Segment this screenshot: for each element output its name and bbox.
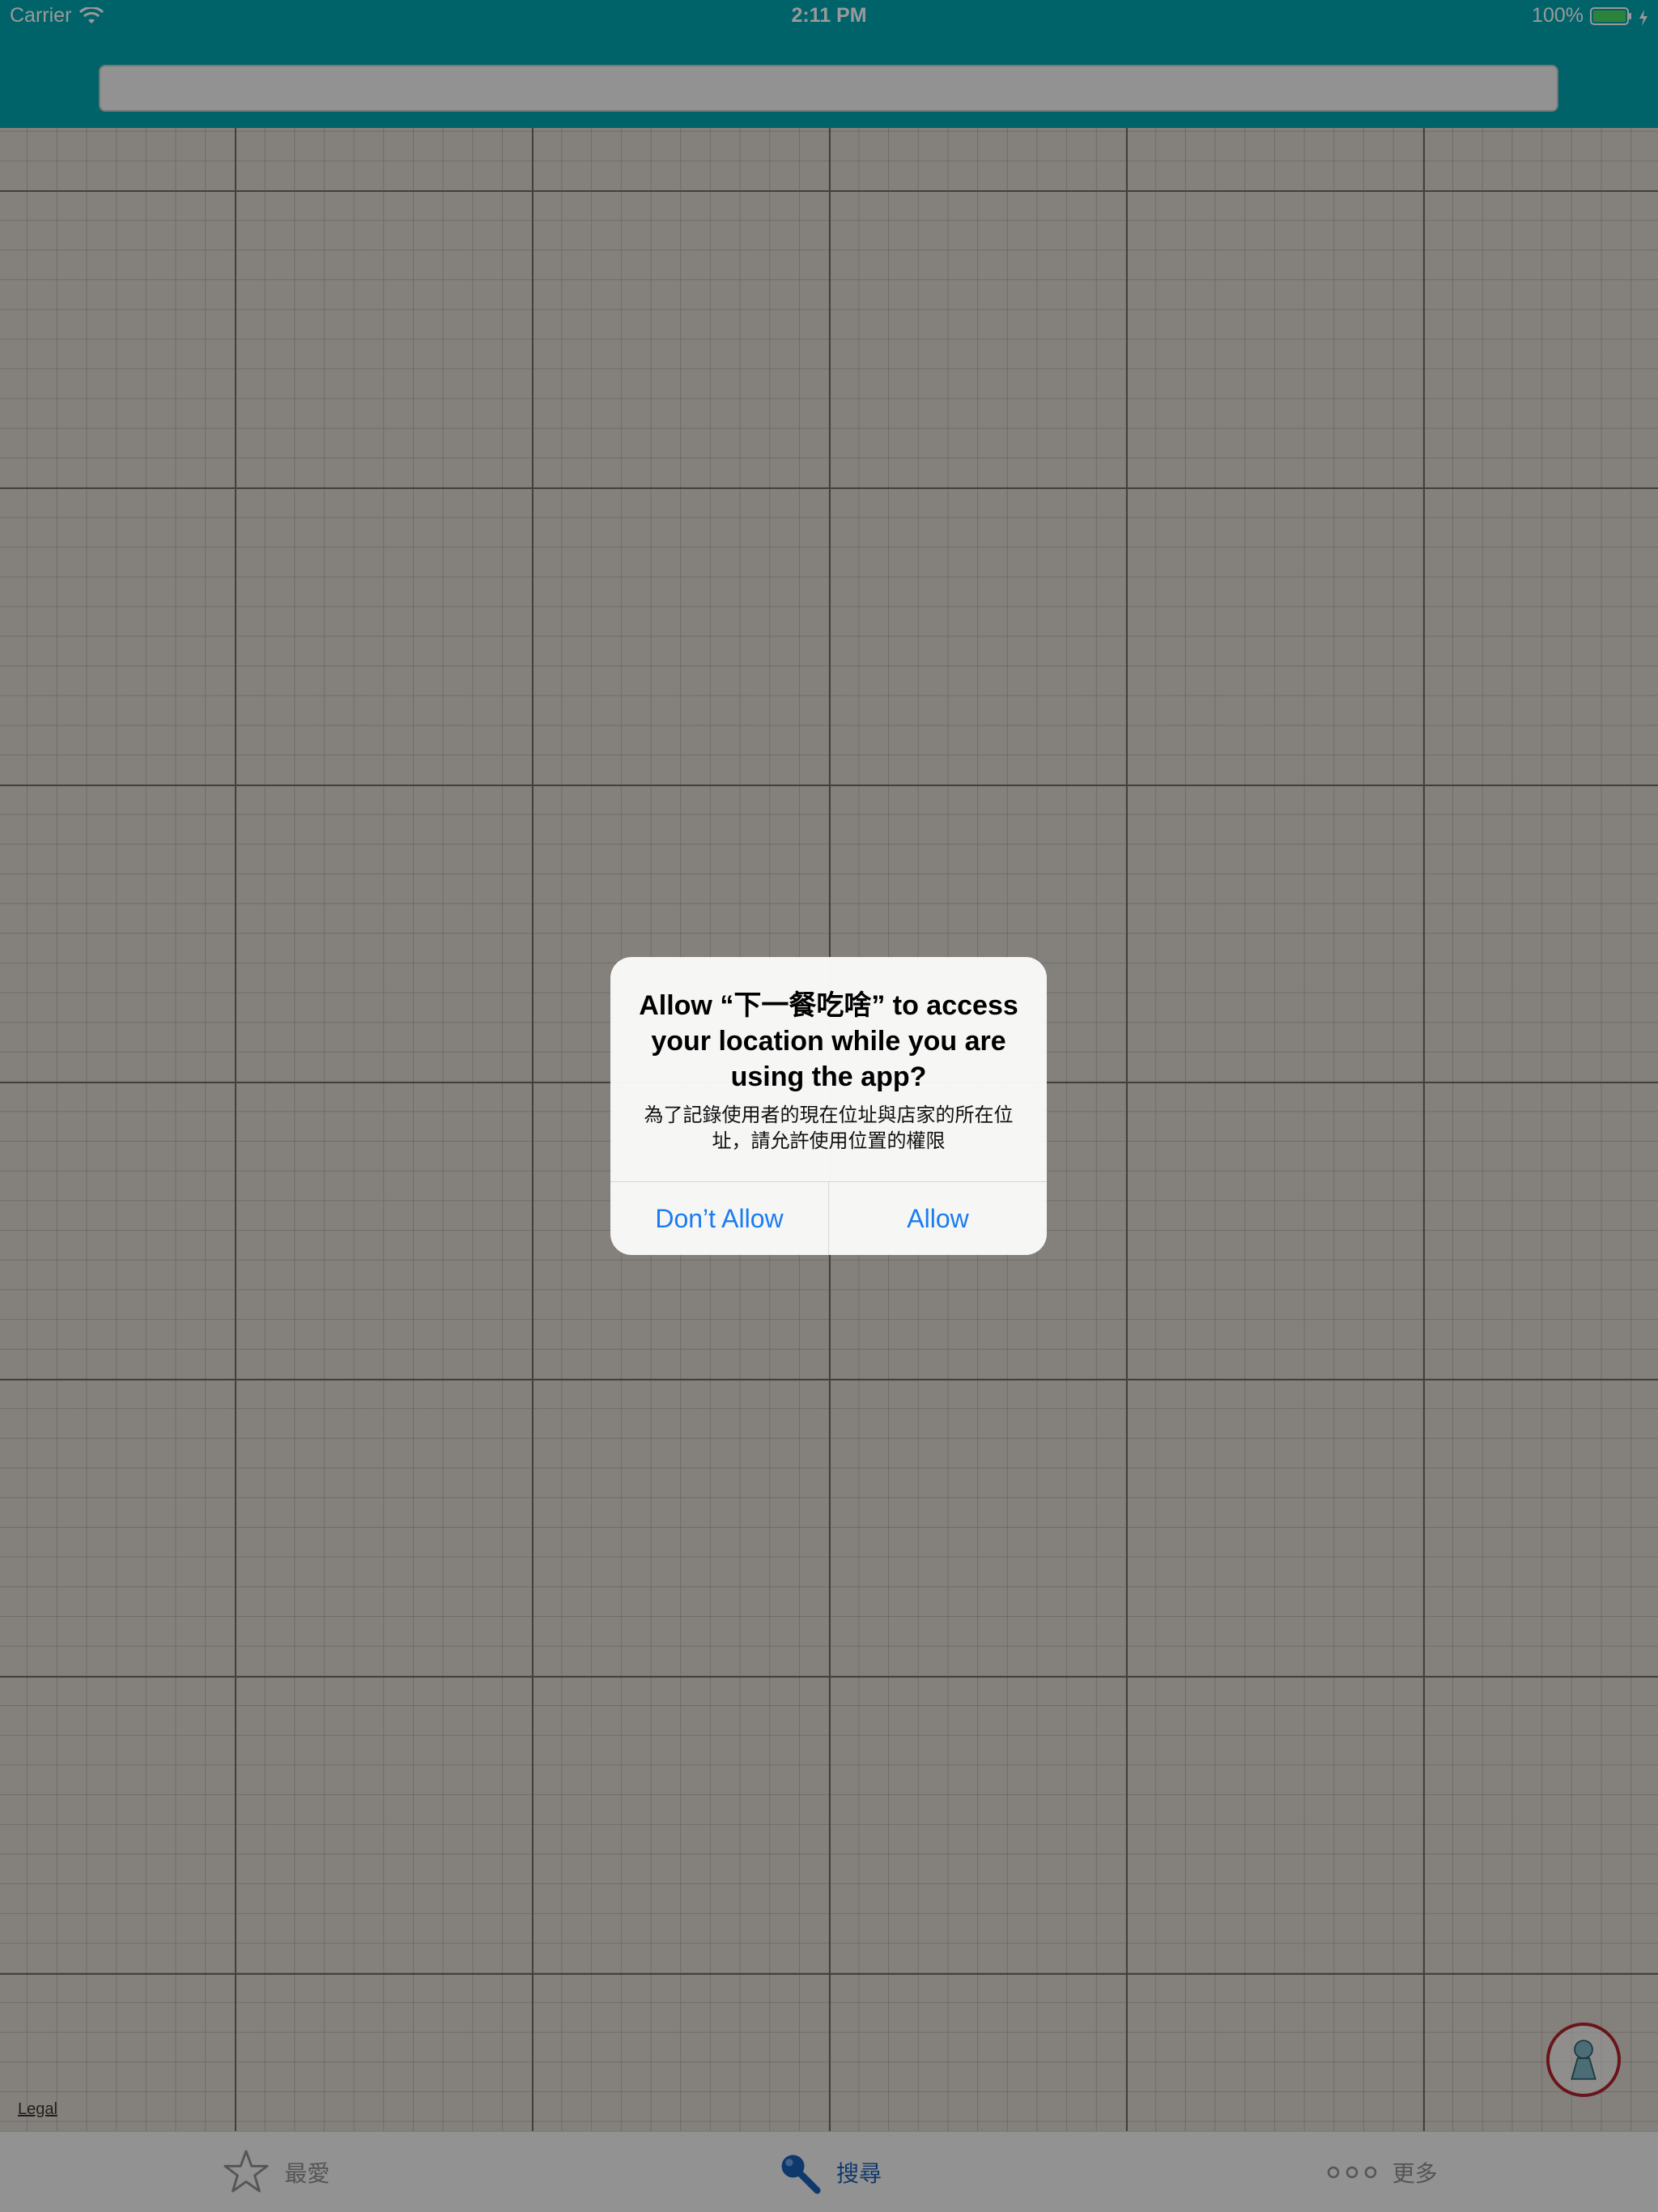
alert-message: 為了記錄使用者的現在位址與店家的所在位址，請允許使用位置的權限	[644, 1104, 1014, 1152]
app-screen: Carrier 2:11 PM 100% Legal 最愛 搜尋 更多 Allo…	[0, 0, 1658, 2212]
allow-button[interactable]: Allow	[828, 1182, 1047, 1255]
location-permission-alert: Allow “下一餐吃啥” to access your location wh…	[610, 957, 1047, 1255]
dont-allow-button[interactable]: Don’t Allow	[610, 1182, 828, 1255]
alert-title: Allow “下一餐吃啥” to access your location wh…	[639, 990, 1018, 1092]
alert-button-row: Don’t Allow Allow	[610, 1181, 1047, 1255]
